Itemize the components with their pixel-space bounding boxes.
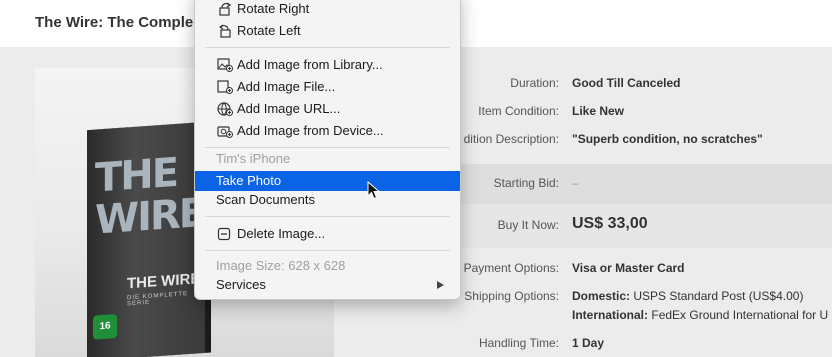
menu-item-rotate-left[interactable]: Rotate Left	[195, 21, 460, 41]
duration-label: Duration:	[510, 76, 559, 90]
payment-value: Visa or Master Card	[572, 261, 685, 275]
rotate-right-icon	[219, 2, 232, 16]
condition-description-row: dition Description: "Superb condition, n…	[458, 132, 832, 152]
cover-title-small: THE WIRE	[127, 270, 201, 293]
image-file-icon	[217, 80, 233, 94]
device-name-label: Tim's iPhone	[216, 151, 291, 166]
context-menu: Rotate Right Rotate Left Add Image from …	[194, 0, 461, 300]
shipping-international-key: International:	[572, 308, 649, 322]
menu-item-delete-image[interactable]: Delete Image...	[195, 224, 460, 244]
take-photo-label: Take Photo	[216, 173, 282, 188]
menu-item-scan-documents[interactable]: Scan Documents	[195, 190, 460, 210]
starting-bid-label: Starting Bid:	[493, 176, 559, 190]
rotate-left-icon	[218, 24, 231, 38]
globe-icon	[217, 102, 233, 116]
payment-row: Payment Options: Visa or Master Card	[458, 261, 832, 281]
handling-row: Handling Time: 1 Day	[458, 336, 832, 356]
add-from-library-label: Add Image from Library...	[237, 57, 383, 72]
shipping-international-value: FedEx Ground International for U	[651, 308, 829, 322]
buy-now-row: Buy It Now: US$ 33,00	[458, 215, 832, 236]
menu-item-add-image-url[interactable]: Add Image URL...	[195, 99, 460, 119]
page-title: The Wire: The Comple	[35, 14, 194, 31]
image-size-label: Image Size: 628 x 628	[216, 258, 346, 273]
shipping-domestic-key: Domestic:	[572, 289, 631, 303]
menu-separator	[205, 216, 450, 217]
shipping-label: Shipping Options:	[464, 289, 559, 303]
menu-separator	[205, 250, 450, 251]
rotate-right-label: Rotate Right	[237, 1, 310, 16]
duration-value: Good Till Canceled	[572, 76, 681, 90]
shipping-domestic-value: USPS Standard Post (US$4.00)	[633, 289, 804, 303]
add-image-url-label: Add Image URL...	[237, 101, 341, 116]
add-from-device-label: Add Image from Device...	[237, 123, 384, 138]
condition-description-label: dition Description:	[463, 132, 559, 146]
services-label: Services	[216, 277, 266, 292]
dvd-box: THE WIRE THE WIRE DIE KOMPLETTE SERIE 16	[87, 121, 205, 357]
age-rating-badge: 16	[93, 314, 117, 340]
condition-description-value: "Superb condition, no scratches"	[572, 132, 763, 146]
menu-item-add-from-library[interactable]: Add Image from Library...	[195, 55, 460, 75]
menu-separator	[205, 147, 450, 148]
handling-label: Handling Time:	[478, 336, 559, 350]
menu-separator	[205, 47, 450, 48]
shipping-international: International: FedEx Ground Internationa…	[572, 308, 828, 322]
cover-title: THE WIRE	[95, 149, 205, 244]
menu-info-image-size: Image Size: 628 x 628	[195, 256, 460, 276]
buy-now-label: Buy It Now:	[497, 218, 559, 232]
handling-value: 1 Day	[572, 336, 605, 350]
condition-label: Item Condition:	[478, 104, 559, 118]
menu-item-rotate-right[interactable]: Rotate Right	[195, 0, 460, 19]
menu-item-services[interactable]: Services	[195, 275, 460, 295]
menu-item-add-image-file[interactable]: Add Image File...	[195, 77, 460, 97]
buy-now-price: US$ 33,00	[572, 215, 648, 232]
shipping-domestic: Domestic: USPS Standard Post (US$4.00)	[572, 289, 803, 303]
menu-section-device-name: Tim's iPhone	[195, 149, 460, 169]
rotate-left-label: Rotate Left	[237, 23, 301, 38]
starting-bid-row: Starting Bid: –	[458, 176, 832, 196]
delete-image-label: Delete Image...	[237, 226, 326, 241]
camera-device-icon	[217, 126, 233, 138]
scan-documents-label: Scan Documents	[216, 192, 315, 207]
add-image-file-label: Add Image File...	[237, 79, 336, 94]
shipping-row: Shipping Options: Domestic: USPS Standar…	[458, 289, 832, 322]
photo-library-icon	[217, 58, 233, 72]
submenu-arrow-icon	[437, 281, 444, 289]
delete-icon	[217, 227, 231, 241]
menu-item-take-photo[interactable]: Take Photo	[195, 171, 460, 191]
condition-value: Like New	[572, 104, 625, 118]
menu-item-add-from-device[interactable]: Add Image from Device...	[195, 121, 460, 141]
payment-label: Payment Options:	[463, 261, 559, 275]
duration-row: Duration: Good Till Canceled	[458, 76, 832, 96]
condition-row: Item Condition: Like New	[458, 104, 832, 124]
starting-bid-value: –	[572, 176, 579, 190]
mouse-pointer-icon	[367, 181, 381, 200]
